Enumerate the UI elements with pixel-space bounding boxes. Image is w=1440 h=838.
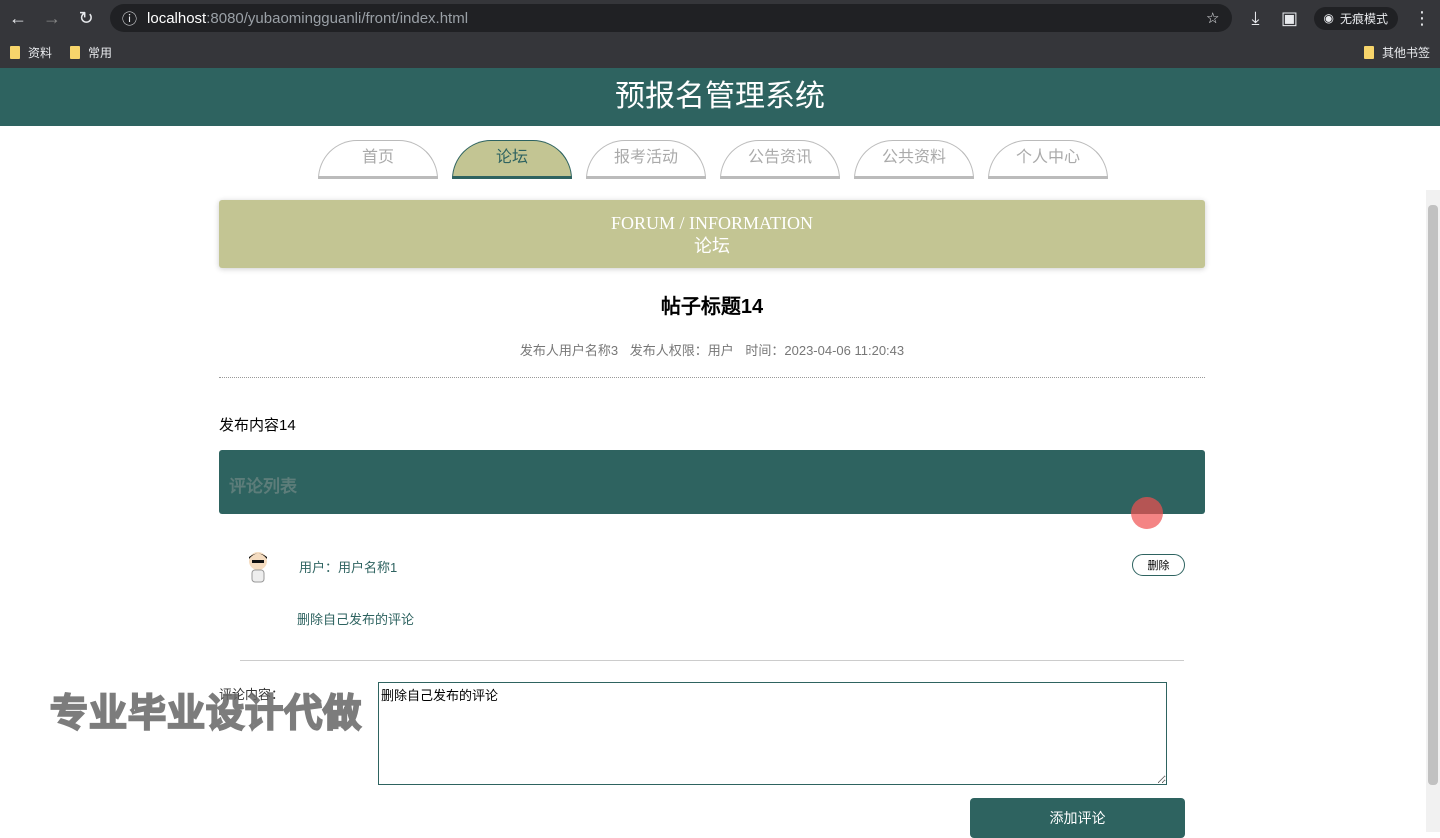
- comment-item: 用户：用户名称1 删除 删除自己发布的评论: [219, 540, 1205, 640]
- tab-forum[interactable]: 论坛: [452, 140, 572, 179]
- tab-materials[interactable]: 公共资料: [854, 140, 974, 179]
- incognito-label: 无痕模式: [1339, 11, 1388, 26]
- address-bar[interactable]: ⓘ localhost:8080/yubaomingguanli/front/i…: [110, 4, 1232, 32]
- url-path: :8080/yubaomingguanli/front/index.html: [206, 9, 469, 27]
- download-icon[interactable]: ⤓: [1246, 8, 1266, 29]
- post-time: 时间：2023-04-06 11:20:43: [745, 343, 905, 358]
- forward-icon[interactable]: →: [42, 8, 62, 29]
- comment-user: 用户：用户名称1: [299, 560, 398, 575]
- bookmark-folder[interactable]: 常用: [70, 44, 112, 61]
- user-avatar: [249, 552, 267, 583]
- back-icon[interactable]: ←: [8, 8, 28, 29]
- tab-activities[interactable]: 报考活动: [586, 140, 706, 179]
- bookmark-label: 其他书签: [1381, 45, 1430, 60]
- other-bookmarks[interactable]: 其他书签: [1363, 44, 1430, 61]
- add-comment-button[interactable]: 添加评论: [970, 798, 1185, 838]
- comment-input[interactable]: 删除自己发布的评论: [378, 682, 1167, 785]
- cursor-highlight: [1131, 497, 1163, 529]
- incognito-badge[interactable]: ◉ 无痕模式: [1313, 6, 1398, 30]
- post-role: 发布人权限：用户: [629, 343, 734, 358]
- folder-icon: [10, 45, 20, 59]
- incognito-icon: ◉: [1323, 11, 1334, 25]
- site-title: 预报名管理系统: [0, 68, 1440, 126]
- comment-text: 删除自己发布的评论: [297, 612, 415, 627]
- divider: [240, 660, 1184, 661]
- watermark: 专业毕业设计代做: [49, 692, 363, 736]
- tab-profile[interactable]: 个人中心: [988, 140, 1108, 179]
- scrollbar[interactable]: [1426, 190, 1440, 832]
- browser-chrome: ← → ↻ ⓘ localhost:8080/yubaomingguanli/f…: [0, 0, 1440, 68]
- reload-icon[interactable]: ↻: [76, 8, 96, 29]
- post-title: 帖子标题14: [660, 296, 764, 318]
- info-icon: ⓘ: [122, 10, 138, 28]
- comment-list-header: 评论列表: [219, 450, 1205, 514]
- tab-news[interactable]: 公告资讯: [720, 140, 840, 179]
- folder-icon: [70, 45, 81, 59]
- main-nav: 首页 论坛 报考活动 公告资讯 公共资料 个人中心: [0, 140, 1440, 179]
- section-banner: FORUM / INFORMATION 论坛: [219, 200, 1205, 268]
- post-meta: 发布人用户名称3 发布人权限：用户 时间：2023-04-06 11:20:43: [219, 340, 1205, 359]
- bookmark-folder[interactable]: 资料: [10, 44, 52, 61]
- banner-english: FORUM / INFORMATION: [610, 213, 814, 233]
- post-author: 发布人用户名称3: [519, 343, 619, 358]
- scrollbar-thumb[interactable]: [1428, 205, 1438, 785]
- bookmark-label: 资料: [28, 45, 53, 60]
- delete-comment-button[interactable]: 删除: [1132, 554, 1185, 576]
- banner-chinese: 论坛: [694, 236, 730, 256]
- star-icon[interactable]: ☆: [1206, 9, 1219, 27]
- post-content: 发布内容14: [219, 417, 296, 434]
- tab-home[interactable]: 首页: [318, 140, 438, 179]
- folder-icon: [1363, 45, 1374, 59]
- divider: [219, 377, 1205, 378]
- menu-icon[interactable]: ⋮: [1412, 8, 1432, 29]
- bookmark-label: 常用: [88, 45, 113, 60]
- sidepanel-icon[interactable]: ▣: [1280, 8, 1300, 29]
- url-host: localhost: [147, 9, 207, 27]
